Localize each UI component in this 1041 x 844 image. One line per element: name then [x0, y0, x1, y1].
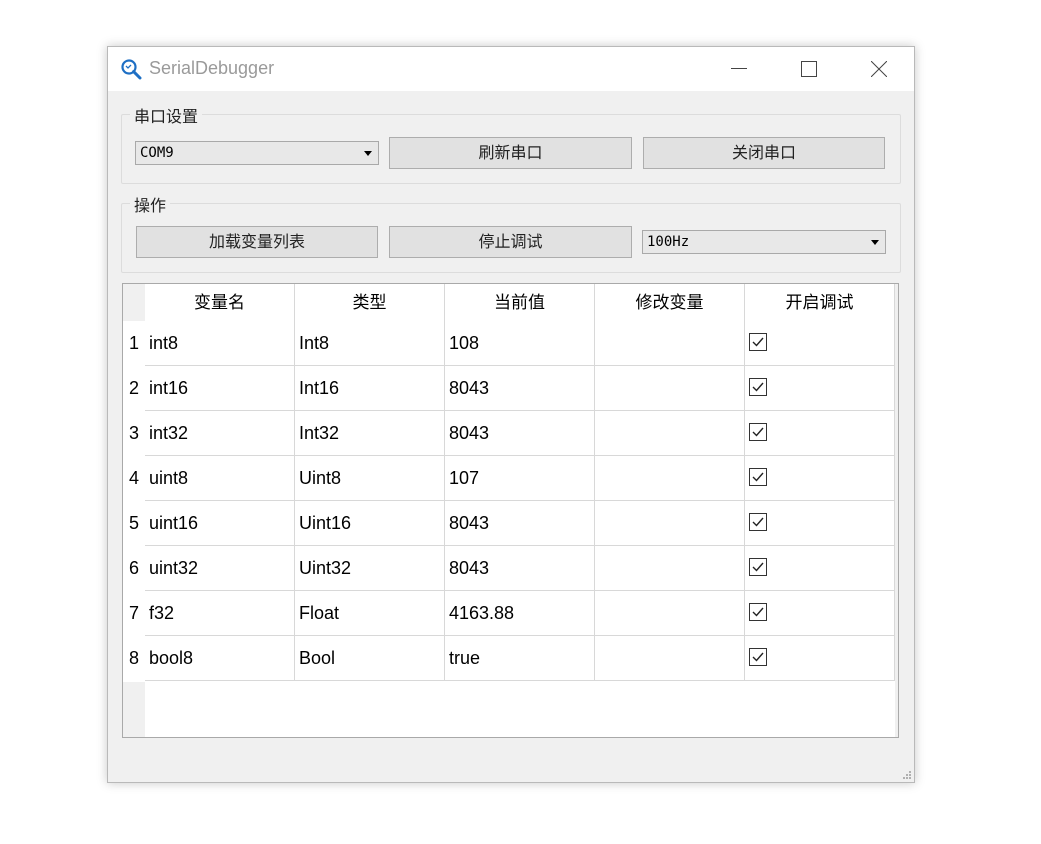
- cell-type[interactable]: Float: [295, 591, 445, 636]
- cell-type[interactable]: Int16: [295, 366, 445, 411]
- cell-value[interactable]: 8043: [445, 546, 595, 591]
- row-header: 12345678: [123, 321, 145, 682]
- checkmark-icon: [752, 517, 764, 527]
- title-bar[interactable]: SerialDebugger: [108, 47, 914, 91]
- debug-checkbox[interactable]: [749, 513, 767, 531]
- debug-checkbox[interactable]: [749, 648, 767, 666]
- cell-debug: [745, 591, 895, 636]
- serial-settings-title: 串口设置: [130, 103, 203, 127]
- rate-select-value: 100Hz: [647, 234, 690, 250]
- row-number[interactable]: 2: [123, 366, 145, 411]
- row-number[interactable]: 8: [123, 636, 145, 681]
- checkmark-icon: [752, 652, 764, 662]
- cell-debug: [745, 501, 895, 546]
- cell-value[interactable]: 108: [445, 321, 595, 366]
- cell-name[interactable]: bool8: [145, 636, 295, 681]
- minimize-icon: [731, 68, 747, 69]
- cell-type[interactable]: Uint16: [295, 501, 445, 546]
- debug-checkbox[interactable]: [749, 333, 767, 351]
- cell-name[interactable]: f32: [145, 591, 295, 636]
- cell-name[interactable]: uint8: [145, 456, 295, 501]
- cell-debug: [745, 411, 895, 456]
- cell-name[interactable]: int16: [145, 366, 295, 411]
- close-port-button[interactable]: 关闭串口: [643, 137, 885, 169]
- variable-table[interactable]: 12345678 变量名 类型 当前值 修改变量 开启调试 int8 Int8 108 int1…: [122, 283, 899, 738]
- rate-select[interactable]: 100Hz: [642, 230, 886, 254]
- cell-modify[interactable]: [595, 546, 745, 591]
- column-header[interactable]: 开启调试: [745, 284, 895, 321]
- checkmark-icon: [752, 337, 764, 347]
- table-grid: 变量名 类型 当前值 修改变量 开启调试 int8 Int8 108 int16 Int16 804…: [145, 284, 895, 737]
- cell-name[interactable]: uint32: [145, 546, 295, 591]
- load-variables-button[interactable]: 加载变量列表: [136, 226, 378, 258]
- cell-name[interactable]: int32: [145, 411, 295, 456]
- dropdown-arrow-icon: [871, 240, 879, 245]
- resize-grip-icon[interactable]: [902, 770, 912, 780]
- cell-modify[interactable]: [595, 366, 745, 411]
- close-icon: [871, 61, 887, 77]
- cell-type[interactable]: Uint32: [295, 546, 445, 591]
- minimize-button[interactable]: [704, 47, 774, 91]
- debug-checkbox[interactable]: [749, 558, 767, 576]
- cell-value[interactable]: 8043: [445, 501, 595, 546]
- cell-type[interactable]: Bool: [295, 636, 445, 681]
- cell-value[interactable]: 8043: [445, 411, 595, 456]
- row-number[interactable]: 3: [123, 411, 145, 456]
- debug-checkbox[interactable]: [749, 423, 767, 441]
- checkmark-icon: [752, 472, 764, 482]
- operations-title: 操作: [130, 192, 171, 216]
- cell-debug: [745, 456, 895, 501]
- cell-type[interactable]: Int8: [295, 321, 445, 366]
- cell-modify[interactable]: [595, 321, 745, 366]
- row-number[interactable]: 4: [123, 456, 145, 501]
- column-header[interactable]: 类型: [295, 284, 445, 321]
- column-header[interactable]: 变量名: [145, 284, 295, 321]
- close-button[interactable]: [844, 47, 914, 91]
- cell-value[interactable]: 8043: [445, 366, 595, 411]
- maximize-icon: [801, 61, 817, 77]
- refresh-port-button[interactable]: 刷新串口: [389, 137, 632, 169]
- checkmark-icon: [752, 607, 764, 617]
- column-header[interactable]: 当前值: [445, 284, 595, 321]
- debug-checkbox[interactable]: [749, 603, 767, 621]
- cell-type[interactable]: Int32: [295, 411, 445, 456]
- cell-modify[interactable]: [595, 456, 745, 501]
- row-number[interactable]: 5: [123, 501, 145, 546]
- cell-type[interactable]: Uint8: [295, 456, 445, 501]
- cell-value[interactable]: true: [445, 636, 595, 681]
- main-window: SerialDebugger 串口设置 COM9 刷新串口 关闭串口 操作 加载…: [107, 46, 915, 783]
- column-header[interactable]: 修改变量: [595, 284, 745, 321]
- cell-value[interactable]: 107: [445, 456, 595, 501]
- cell-debug: [745, 366, 895, 411]
- cell-modify[interactable]: [595, 411, 745, 456]
- cell-debug: [745, 636, 895, 681]
- port-select-value: COM9: [140, 145, 174, 161]
- cell-debug: [745, 546, 895, 591]
- checkmark-icon: [752, 562, 764, 572]
- stop-debug-button[interactable]: 停止调试: [389, 226, 632, 258]
- cell-name[interactable]: uint16: [145, 501, 295, 546]
- cell-debug: [745, 321, 895, 366]
- cell-name[interactable]: int8: [145, 321, 295, 366]
- cell-value[interactable]: 4163.88: [445, 591, 595, 636]
- checkmark-icon: [752, 427, 764, 437]
- row-number[interactable]: 1: [123, 321, 145, 366]
- checkmark-icon: [752, 382, 764, 392]
- row-number[interactable]: 6: [123, 546, 145, 591]
- debug-checkbox[interactable]: [749, 378, 767, 396]
- maximize-button[interactable]: [774, 47, 844, 91]
- debug-checkbox[interactable]: [749, 468, 767, 486]
- cell-modify[interactable]: [595, 636, 745, 681]
- dropdown-arrow-icon: [364, 151, 372, 156]
- window-title: SerialDebugger: [149, 58, 275, 78]
- cell-modify[interactable]: [595, 501, 745, 546]
- magnifier-icon: [120, 58, 142, 80]
- row-number[interactable]: 7: [123, 591, 145, 636]
- port-select[interactable]: COM9: [135, 141, 379, 165]
- cell-modify[interactable]: [595, 591, 745, 636]
